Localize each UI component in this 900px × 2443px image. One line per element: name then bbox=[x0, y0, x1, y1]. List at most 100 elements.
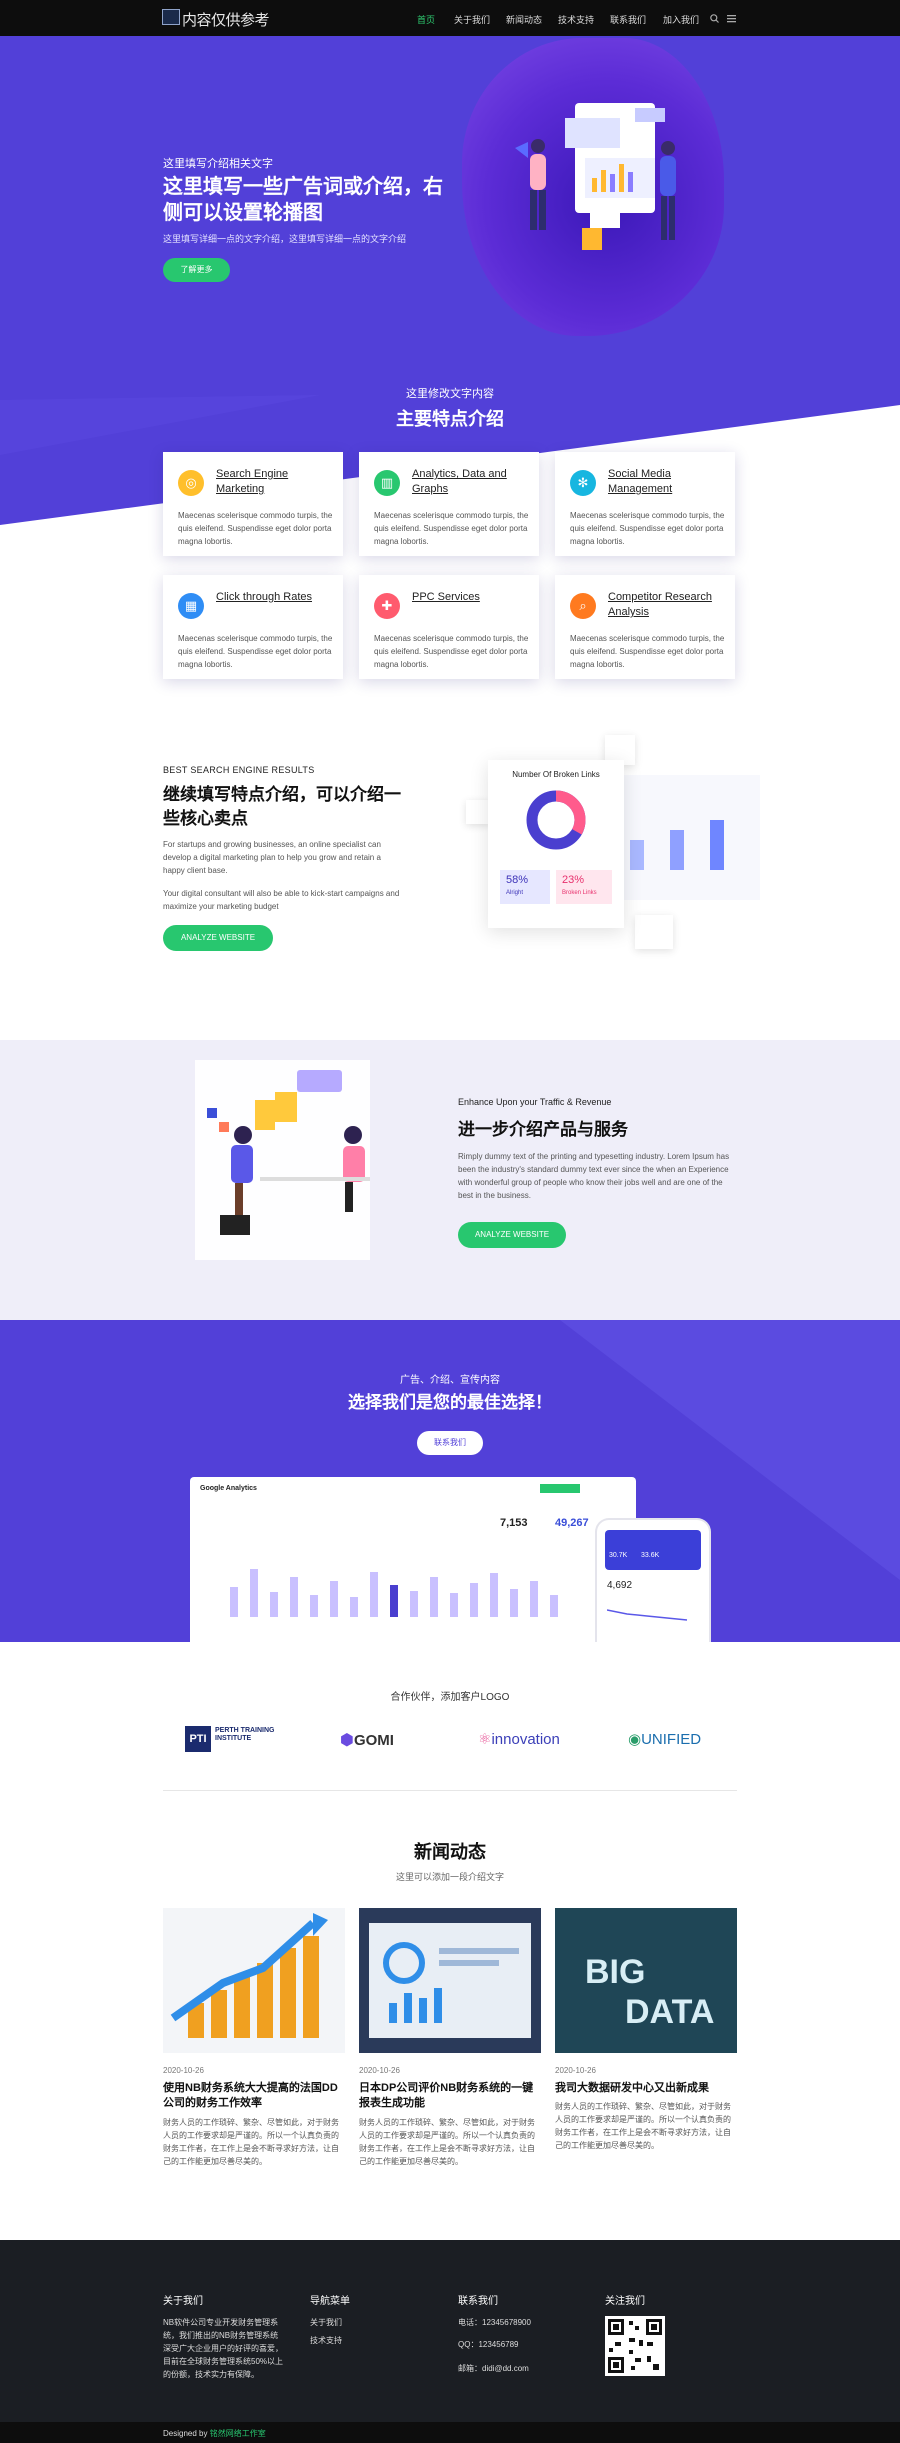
menu-icon[interactable] bbox=[727, 14, 736, 23]
section4-kicker: Enhance Upon your Traffic & Revenue bbox=[458, 1097, 612, 1107]
analyze-website-button[interactable]: ANALYZE WEBSITE bbox=[163, 925, 273, 951]
feature-title[interactable]: Click through Rates bbox=[216, 590, 336, 605]
feature-desc: Maecenas scelerisque commodo turpis, the… bbox=[374, 511, 529, 546]
news-subtitle: 这里可以添加一段介绍文字 bbox=[395, 1872, 504, 1882]
learn-more-button[interactable]: 了解更多 bbox=[163, 258, 230, 282]
footer-email[interactable]: 邮箱：didi@dd.com bbox=[458, 2362, 529, 2375]
stat-card-alright: 58% Alright bbox=[500, 870, 550, 904]
hero-title: 这里填写一些广告词或介绍，右侧可以设置轮播图 bbox=[163, 176, 443, 224]
features-subtitle: 这里修改文字内容 bbox=[406, 388, 494, 400]
bar-chart-graphic bbox=[630, 820, 724, 870]
footer-nav-support[interactable]: 技术支持 bbox=[310, 2334, 342, 2347]
footer bbox=[0, 2240, 900, 2422]
line-mini-card bbox=[466, 800, 490, 824]
hero-illustration bbox=[515, 103, 676, 250]
feature-title[interactable]: Analytics, Data and Graphs bbox=[412, 467, 532, 497]
section3-kicker: BEST SEARCH ENGINE RESULTS bbox=[163, 765, 315, 775]
feature-title[interactable]: PPC Services bbox=[412, 590, 532, 605]
feature-card-ppc[interactable]: ✚ PPC Services Maecenas scelerisque comm… bbox=[359, 575, 539, 679]
partners-title: 合作伙伴，添加客户LOGO bbox=[390, 1692, 510, 1703]
news-item-title[interactable]: 我司大数据研发中心又出新成果 bbox=[555, 2081, 737, 2096]
nav-join[interactable]: 加入我们 bbox=[663, 13, 699, 26]
nav-contact[interactable]: 联系我们 bbox=[610, 13, 646, 26]
section4-title: 进一步介绍产品与服务 bbox=[458, 1120, 628, 1139]
feature-desc: Maecenas scelerisque commodo turpis, the… bbox=[374, 634, 529, 669]
feature-title[interactable]: Competitor Research Analysis bbox=[608, 590, 728, 620]
section5-title: 选择我们是您的最佳选择！ bbox=[348, 1393, 552, 1412]
footer-nav-about[interactable]: 关于我们 bbox=[310, 2316, 342, 2329]
section-divider bbox=[163, 1790, 737, 1791]
dashboard-bars bbox=[230, 1569, 558, 1617]
chart-icon: ▥ bbox=[374, 470, 400, 496]
donut-mini-card bbox=[635, 915, 673, 949]
news-date: 2020-10-26 bbox=[163, 2066, 204, 2075]
partner-logo-gomi[interactable]: ⬢GOMI bbox=[340, 1730, 394, 1766]
footer-contact-title: 联系我们 bbox=[458, 2296, 498, 2307]
feature-title[interactable]: Search Engine Marketing bbox=[216, 467, 336, 497]
news-image-3[interactable]: BIG DATA bbox=[555, 1908, 737, 2053]
growth-bars-image bbox=[170, 1913, 328, 2038]
dashboard-image bbox=[369, 1923, 531, 2038]
search-icon[interactable] bbox=[710, 14, 719, 23]
top-nav-bar bbox=[0, 0, 900, 36]
broken-links-widget: Number Of Broken Links 58% Alright 23% B… bbox=[488, 760, 624, 928]
phone-mockup: 30.7K 33.6K 4,692 bbox=[595, 1518, 711, 1642]
section3-title: 继续填写特点介绍，可以介绍一些核心卖点 bbox=[163, 785, 401, 828]
news-item-desc: 财务人员的工作琐碎、繁杂、尽管如此，对于财务人员的工作要求却是严谨的。所以一个认… bbox=[163, 2118, 339, 2166]
feature-desc: Maecenas scelerisque commodo turpis, the… bbox=[570, 634, 725, 669]
svg-text:BIG: BIG bbox=[585, 1953, 645, 1991]
nav-news[interactable]: 新闻动态 bbox=[506, 13, 542, 26]
section3-paragraph-2: Your digital consultant will also be abl… bbox=[163, 889, 400, 911]
feature-card-competitor[interactable]: ⌕ Competitor Research Analysis Maecenas … bbox=[555, 575, 735, 679]
feature-card-ctr[interactable]: ▦ Click through Rates Maecenas scelerisq… bbox=[163, 575, 343, 679]
partner-logo-unified[interactable]: ◉UNIFIED bbox=[628, 1730, 701, 1766]
footer-about-title: 关于我们 bbox=[163, 2296, 203, 2307]
nav-home[interactable]: 首页 bbox=[417, 13, 435, 26]
news-image-1[interactable] bbox=[163, 1908, 345, 2053]
copyright-text: Designed by 铭然网络工作室 bbox=[163, 2429, 266, 2438]
news-item-desc: 财务人员的工作琐碎、繁杂、尽管如此，对于财务人员的工作要求却是严谨的。所以一个认… bbox=[359, 2118, 535, 2166]
news-item-title[interactable]: 日本DP公司评价NB财务系统的一键报表生成功能 bbox=[359, 2081, 541, 2111]
nav-support[interactable]: 技术支持 bbox=[558, 13, 594, 26]
pin-icon: ✚ bbox=[374, 593, 400, 619]
feature-title[interactable]: Social Media Management bbox=[608, 467, 728, 497]
news-date: 2020-10-26 bbox=[555, 2066, 596, 2075]
news-date: 2020-10-26 bbox=[359, 2066, 400, 2075]
feature-desc: Maecenas scelerisque commodo turpis, the… bbox=[178, 634, 333, 669]
analyze-website-button-2[interactable]: ANALYZE WEBSITE bbox=[458, 1222, 566, 1248]
news-title: 新闻动态 bbox=[414, 1842, 486, 1862]
hero-subtitle: 这里填写介绍相关文字 bbox=[163, 158, 273, 170]
magnifier-icon: ⌕ bbox=[570, 593, 596, 619]
target-icon: ◎ bbox=[178, 470, 204, 496]
logo-text[interactable]: 内容仅供参考 bbox=[182, 9, 270, 30]
partner-logo-innovation[interactable]: ⚛innovation bbox=[478, 1730, 560, 1766]
feature-card-seo[interactable]: ◎ Search Engine Marketing Maecenas scele… bbox=[163, 452, 343, 556]
footer-follow-title: 关注我们 bbox=[605, 2296, 645, 2307]
discussion-illustration bbox=[195, 1060, 370, 1260]
hero-description: 这里填写详细一点的文字介绍，这里填写详细一点的文字介绍 bbox=[163, 234, 407, 244]
footer-nav-title: 导航菜单 bbox=[310, 2296, 350, 2307]
contact-us-button[interactable]: 联系我们 bbox=[417, 1431, 483, 1455]
logo-icon[interactable] bbox=[162, 9, 180, 25]
copyright-link[interactable]: 铭然网络工作室 bbox=[210, 2429, 266, 2438]
news-image-2[interactable] bbox=[359, 1908, 541, 2053]
news-item-title[interactable]: 使用NB财务系统大大提高的法国DD公司的财务工作效率 bbox=[163, 2081, 345, 2111]
feature-card-social[interactable]: ✻ Social Media Management Maecenas scele… bbox=[555, 452, 735, 556]
footer-about-text: NB软件公司专业开发财务管理系统，我们推出的NB财务管理系统深受广大企业用户的好… bbox=[163, 2318, 284, 2379]
feature-desc: Maecenas scelerisque commodo turpis, the… bbox=[570, 511, 725, 546]
features-title: 主要特点介绍 bbox=[396, 409, 504, 429]
analytics-dashboard-mockup: Google Analytics 7,153 49,267 bbox=[190, 1477, 636, 1642]
network-icon: ✻ bbox=[570, 470, 596, 496]
donut-chart bbox=[526, 790, 586, 850]
big-data-image: BIG DATA bbox=[555, 1908, 737, 2053]
footer-qq: QQ：123456789 bbox=[458, 2340, 519, 2349]
qr-code bbox=[605, 2316, 665, 2376]
section3-paragraph-1: For startups and growing businesses, an … bbox=[163, 840, 381, 875]
nav-about[interactable]: 关于我们 bbox=[454, 13, 490, 26]
section5-kicker: 广告、介绍、宣传内容 bbox=[400, 1375, 500, 1386]
partner-logo-pti[interactable]: PTI PERTH TRAINING INSTITUTE bbox=[185, 1726, 275, 1762]
qr-code-icon bbox=[608, 2319, 662, 2373]
copyright-bar bbox=[0, 2422, 900, 2443]
feature-card-analytics[interactable]: ▥ Analytics, Data and Graphs Maecenas sc… bbox=[359, 452, 539, 556]
service-section bbox=[0, 1040, 900, 1320]
